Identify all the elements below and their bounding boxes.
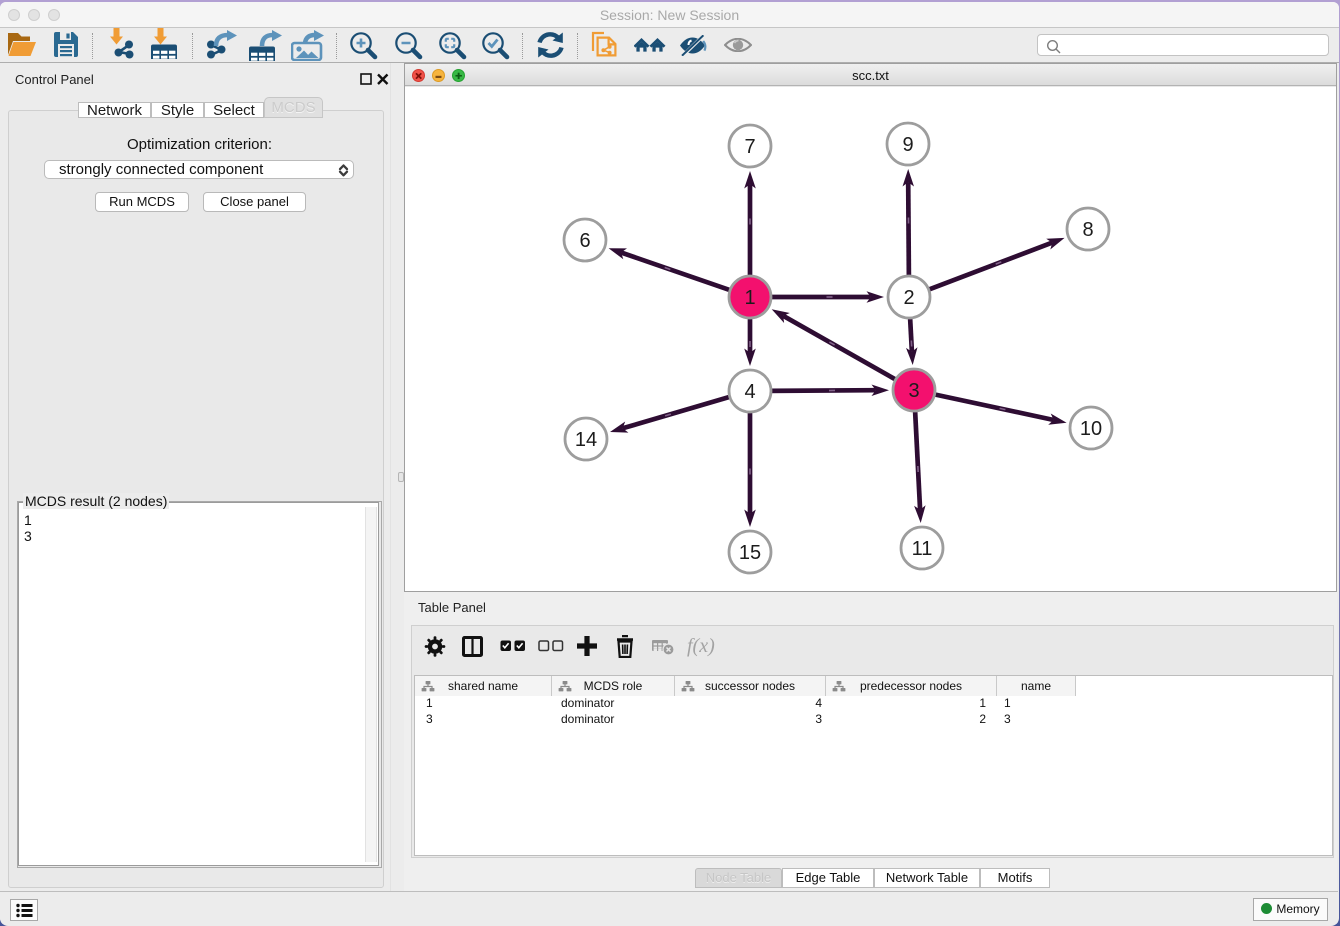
svg-text:15: 15 — [739, 542, 761, 564]
svg-text:1: 1 — [744, 287, 755, 309]
svg-text:14: 14 — [575, 429, 597, 451]
svg-text:8: 8 — [1082, 219, 1093, 241]
svg-text:11: 11 — [912, 538, 933, 560]
svg-text:4: 4 — [744, 381, 755, 403]
svg-text:10: 10 — [1080, 418, 1102, 440]
svg-text:2: 2 — [903, 287, 914, 309]
svg-text:3: 3 — [908, 380, 919, 402]
svg-text:7: 7 — [744, 136, 755, 158]
svg-text:9: 9 — [902, 134, 913, 156]
svg-text:6: 6 — [579, 230, 590, 252]
